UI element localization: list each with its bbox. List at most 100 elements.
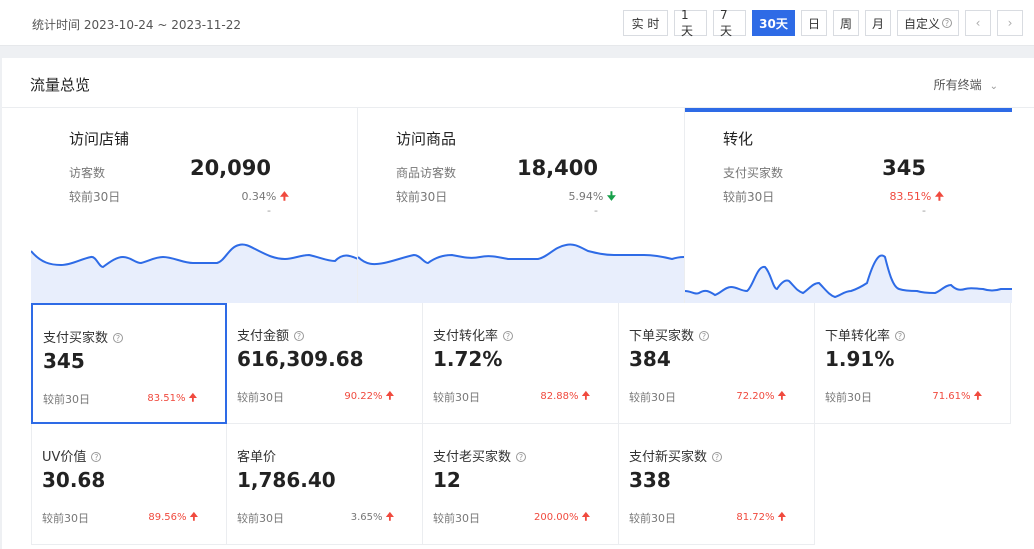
arrow-up-icon: 🠉	[777, 512, 786, 523]
metric-value: 1,786.40	[237, 468, 336, 492]
arrow-up-icon: 🠉	[189, 512, 198, 523]
metric-change: 71.61% 🠉	[932, 389, 982, 406]
metric-label: 支付转化率?	[433, 325, 514, 344]
arrow-up-icon: 🠉	[385, 391, 394, 402]
range-realtime-button[interactable]: 实 时	[623, 10, 668, 36]
range-week-button[interactable]: 周	[833, 10, 859, 36]
metric-compare: 较前30日	[629, 512, 676, 525]
metric-change-value: 200.00%	[534, 512, 579, 523]
metric-value: 616,309.68	[237, 347, 364, 371]
top-card-dash: -	[267, 204, 271, 217]
help-icon[interactable]: ?	[712, 452, 723, 462]
range-custom-button[interactable]: 自定义?	[897, 10, 959, 36]
metric-value: 1.91%	[825, 347, 895, 371]
help-icon[interactable]: ?	[91, 452, 102, 462]
arrow-up-icon: 🠉	[973, 391, 982, 402]
metric-compare: 较前30日	[237, 391, 284, 404]
metric-label: 支付新买家数?	[629, 446, 723, 465]
metric-label: 支付买家数?	[43, 327, 124, 346]
terminal-select[interactable]: 所有终端 ⌄	[934, 76, 998, 93]
top-card-change-value: 0.34%	[241, 190, 277, 203]
metric-change-value: 3.65%	[350, 512, 383, 523]
metric-value: 1.72%	[433, 347, 503, 371]
arrow-up-icon: 🠉	[279, 190, 289, 203]
metric-compare: 较前30日	[42, 512, 89, 525]
metric-change-value: 90.22%	[344, 391, 383, 402]
metric-change: 90.22% 🠉	[344, 389, 394, 406]
top-card-dash: -	[594, 204, 598, 217]
metric-label-text: 支付转化率	[433, 329, 499, 344]
next-period-button[interactable]: ›	[997, 10, 1023, 36]
metric-card[interactable]: 支付老买家数? 12 较前30日 200.00% 🠉	[423, 424, 619, 545]
metric-value: 345	[43, 349, 85, 373]
metric-change: 89.56% 🠉	[148, 510, 198, 527]
metric-value: 338	[629, 468, 671, 492]
range-month-button[interactable]: 月	[865, 10, 891, 36]
top-card-label: 商品访客数	[396, 166, 457, 180]
conversion-trend-chart	[685, 254, 1012, 303]
metric-label: 下单转化率?	[825, 325, 906, 344]
top-card-title: 访问店铺	[69, 130, 130, 148]
metric-label: UV价值?	[42, 446, 102, 465]
help-icon: ?	[942, 18, 952, 28]
metric-compare: 较前30日	[237, 512, 284, 525]
metric-compare: 较前30日	[433, 512, 480, 525]
metric-card[interactable]: 客单价 1,786.40 较前30日 3.65% 🠉	[227, 424, 423, 545]
metric-change-value: 71.61%	[932, 391, 971, 402]
help-icon[interactable]: ?	[113, 333, 124, 343]
metric-label-text: 客单价	[237, 450, 277, 465]
range-day-button[interactable]: 日	[801, 10, 827, 36]
metric-card[interactable]: UV价值? 30.68 较前30日 89.56% 🠉	[31, 424, 227, 545]
metric-change: 82.88% 🠉	[540, 389, 590, 406]
metric-value: 12	[433, 468, 461, 492]
metric-label-text: 支付买家数	[43, 331, 109, 346]
metric-label: 支付老买家数?	[433, 446, 527, 465]
range-7d-button[interactable]: 7天	[713, 8, 746, 38]
metric-card[interactable]: 下单转化率? 1.91% 较前30日 71.61% 🠉	[815, 303, 1011, 424]
top-card-label: 支付买家数	[723, 166, 784, 180]
top-card-compare: 较前30日	[69, 190, 121, 204]
top-card-conversion[interactable]: 转化 支付买家数 345 较前30日 83.51% 🠉 -	[685, 108, 1012, 303]
range-custom-label: 自定义	[904, 16, 941, 31]
metric-change-value: 83.51%	[147, 393, 186, 404]
metric-value: 30.68	[42, 468, 106, 492]
metric-card[interactable]: 支付转化率? 1.72% 较前30日 82.88% 🠉	[423, 303, 619, 424]
top-card-change: 5.94% 🠋	[568, 188, 616, 207]
help-icon[interactable]: ?	[895, 331, 906, 341]
metric-label-text: 下单买家数	[629, 329, 695, 344]
top-card-change: 83.51% 🠉	[889, 188, 944, 207]
arrow-up-icon: 🠉	[385, 512, 394, 523]
top-bar: 统计时间 2023-10-24 ~ 2023-11-22 实 时 1天 7天 3…	[0, 0, 1034, 46]
chevron-left-icon: ‹	[975, 16, 981, 30]
metric-value: 384	[629, 347, 671, 371]
arrow-up-icon: 🠉	[581, 512, 590, 523]
arrow-up-icon: 🠉	[581, 391, 590, 402]
help-icon[interactable]: ?	[294, 331, 305, 341]
metric-card[interactable]: 支付金额? 616,309.68 较前30日 90.22% 🠉	[227, 303, 423, 424]
top-card-label: 访客数	[69, 166, 106, 180]
metric-label-text: 支付金额	[237, 329, 290, 344]
range-30d-button[interactable]: 30天	[752, 10, 795, 36]
metric-change: 3.65% 🠉	[351, 510, 394, 527]
range-1d-button[interactable]: 1天	[674, 8, 707, 38]
top-card-change-value: 5.94%	[568, 190, 604, 203]
metric-card[interactable]: 支付新买家数? 338 较前30日 81.72% 🠉	[619, 424, 815, 545]
top-card-compare: 较前30日	[396, 190, 448, 204]
top-card-dash: -	[922, 204, 926, 217]
top-card-store[interactable]: 访问店铺 访客数 20,090 较前30日 0.34% 🠉 -	[31, 108, 358, 303]
metric-card[interactable]: 下单买家数? 384 较前30日 72.20% 🠉	[619, 303, 815, 424]
metric-change-value: 89.56%	[148, 512, 187, 523]
prev-period-button[interactable]: ‹	[965, 10, 991, 36]
metric-label-text: 支付老买家数	[433, 450, 512, 465]
help-icon[interactable]: ?	[503, 331, 514, 341]
top-card-value: 20,090	[189, 156, 271, 180]
range-button-group: 实 时 1天 7天 30天 日 周 月 自定义? ‹ ›	[623, 8, 1023, 38]
top-card-compare: 较前30日	[723, 190, 775, 204]
panel-title: 流量总览	[30, 76, 91, 94]
help-icon[interactable]: ?	[699, 331, 710, 341]
help-icon[interactable]: ?	[516, 452, 527, 462]
top-card-product[interactable]: 访问商品 商品访客数 18,400 较前30日 5.94% 🠋 -	[358, 108, 685, 303]
terminal-select-value: 所有终端	[933, 78, 982, 92]
metric-card[interactable]: 支付买家数? 345 较前30日 83.51% 🠉	[31, 303, 227, 424]
arrow-down-icon: 🠋	[606, 190, 616, 203]
